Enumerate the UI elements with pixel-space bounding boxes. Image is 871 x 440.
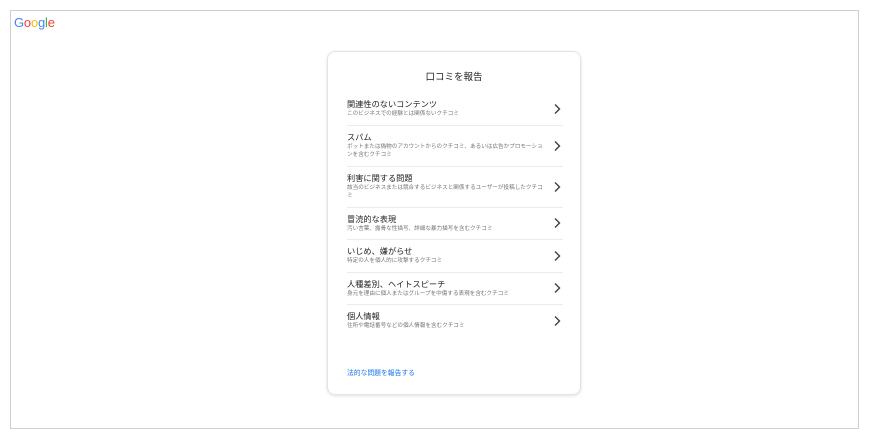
reason-title: 冒涜的な表現 bbox=[347, 213, 397, 224]
report-legal-issue-link[interactable]: 法的な問題を報告する bbox=[347, 367, 415, 377]
reason-item-hate-speech[interactable]: 人種差別、ヘイトスピーチ 身元を理由に個人またはグループを中傷する表現を含むクチ… bbox=[347, 273, 563, 305]
reason-description: 身元を理由に個人またはグループを中傷する表現を含むクチコミ bbox=[347, 290, 509, 297]
reason-title: 人種差別、ヘイトスピーチ bbox=[347, 278, 446, 289]
reason-item-profanity[interactable]: 冒涜的な表現 汚い言葉、露骨な性描写、詳細な暴力描写を含むクチコミ bbox=[347, 208, 563, 240]
report-reason-list: 関連性のないコンテンツ このビジネスでの経験とは関係ないクチコミ スパム ボット… bbox=[347, 93, 563, 337]
logo-letter: e bbox=[47, 15, 55, 30]
dialog-title: 口コミを報告 bbox=[425, 72, 483, 83]
reason-description: ボットまたは偽物のアカウントからのクチコミ、あるいは広告かプロモーションを含むク… bbox=[347, 143, 543, 159]
reason-title: いじめ、嫌がらせ bbox=[347, 246, 413, 256]
chevron-right-icon bbox=[553, 250, 561, 262]
reason-item-conflict-of-interest[interactable]: 利害に関する問題 該当のビジネスまたは競合するビジネスと関係するユーザーが投稿し… bbox=[347, 167, 563, 208]
reason-description: 特定の人を個人的に攻撃するクチコミ bbox=[347, 258, 443, 264]
chevron-right-icon bbox=[553, 140, 561, 152]
chevron-right-icon bbox=[553, 315, 561, 327]
reason-description: 住所や電話番号などの個人情報を含むクチコミ bbox=[347, 323, 465, 329]
chevron-right-icon bbox=[553, 103, 561, 115]
logo-letter: o bbox=[30, 15, 38, 30]
chevron-right-icon bbox=[553, 282, 561, 294]
reason-title: 利害に関する問題 bbox=[347, 172, 413, 183]
chevron-right-icon bbox=[553, 217, 561, 229]
reason-item-bullying[interactable]: いじめ、嫌がらせ 特定の人を個人的に攻撃するクチコミ bbox=[347, 240, 563, 273]
google-logo[interactable]: Google bbox=[14, 15, 55, 31]
logo-letter: G bbox=[14, 15, 24, 30]
reason-title: 関連性のないコンテンツ bbox=[347, 99, 438, 109]
reason-item-spam[interactable]: スパム ボットまたは偽物のアカウントからのクチコミ、あるいは広告かプロモーション… bbox=[347, 126, 563, 167]
reason-title: 個人情報 bbox=[347, 311, 380, 321]
reason-description: このビジネスでの経験とは関係ないクチコミ bbox=[347, 111, 459, 117]
reason-description: 汚い言葉、露骨な性描写、詳細な暴力描写を含むクチコミ bbox=[347, 225, 493, 232]
report-review-dialog: 口コミを報告 関連性のないコンテンツ このビジネスでの経験とは関係ないクチコミ … bbox=[327, 51, 581, 395]
reason-description: 該当のビジネスまたは競合するビジネスと関係するユーザーが投稿したクチコミ bbox=[347, 184, 543, 200]
reason-item-off-topic[interactable]: 関連性のないコンテンツ このビジネスでの経験とは関係ないクチコミ bbox=[347, 93, 563, 126]
reason-item-personal-info[interactable]: 個人情報 住所や電話番号などの個人情報を含むクチコミ bbox=[347, 305, 563, 337]
reason-title: スパム bbox=[347, 131, 372, 142]
logo-letter: g bbox=[37, 15, 46, 30]
chevron-right-icon bbox=[553, 181, 561, 193]
logo-letter: o bbox=[23, 15, 31, 30]
